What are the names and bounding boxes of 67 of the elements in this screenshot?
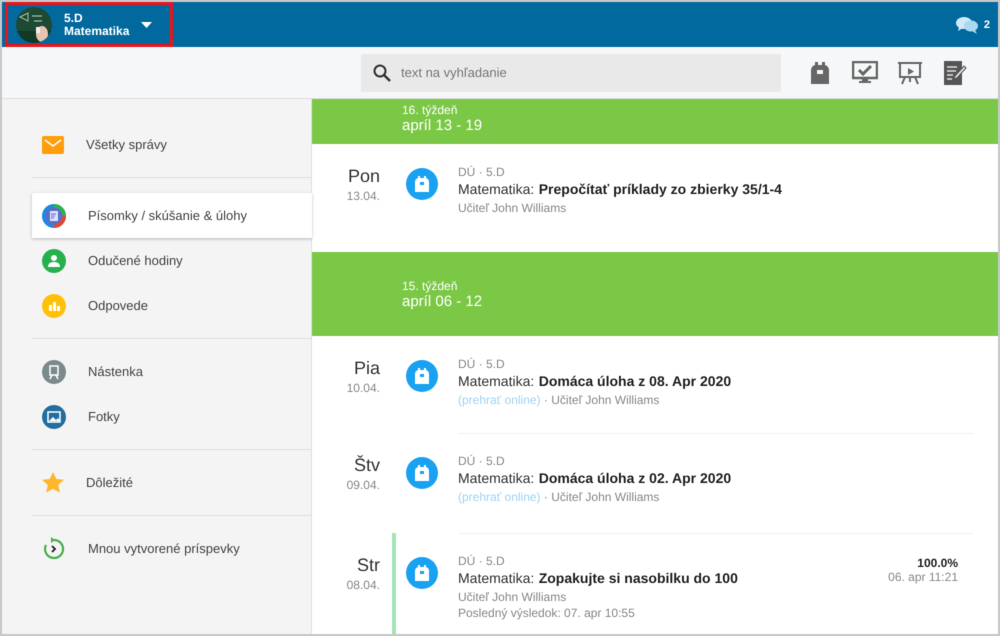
image-icon — [42, 404, 66, 428]
teacher-name: Učiteľ John Williams — [458, 590, 566, 604]
separator-dot: · — [544, 393, 548, 407]
assignment-meta: DÚ · 5.D — [458, 165, 506, 179]
easel-icon — [42, 360, 66, 384]
assignment-title[interactable]: Prepočítať príklady zo zbierky 35/1-4 — [538, 181, 782, 197]
toolbar-button[interactable] — [897, 60, 923, 86]
sidebar-item[interactable]: Fotky — [32, 394, 312, 439]
assignment-meta: DÚ · 5.D — [458, 357, 506, 371]
day-date: 13.04. — [346, 189, 380, 203]
backpack-icon — [810, 60, 830, 84]
sidebar-item[interactable]: Mnou vytvorené príspevky — [32, 526, 312, 571]
document-edit-icon — [42, 204, 66, 228]
day-date: 08.04. — [346, 578, 380, 592]
sidebar-item[interactable]: Odpovede — [32, 283, 312, 328]
backpack-icon — [406, 168, 438, 200]
toolbar-button[interactable] — [942, 60, 968, 86]
day-date: 10.04. — [346, 381, 380, 395]
date-range: apríl 06 - 12 — [402, 292, 484, 310]
week-number: 16. týždeň — [402, 103, 458, 117]
sidebar-item[interactable]: Písomky / skúšanie & úlohy — [32, 193, 312, 238]
score-time: 06. apr 11:21 — [888, 570, 958, 584]
backpack-icon — [406, 557, 438, 589]
toolbar-button[interactable] — [852, 60, 878, 86]
assignment-title[interactable]: Domáca úloha z 08. Apr 2020 — [538, 373, 732, 389]
sidebar-item[interactable]: Odučené hodiny — [32, 238, 312, 283]
chat-bubbles-icon[interactable] — [956, 16, 978, 34]
envelope-icon — [42, 136, 64, 154]
search-icon — [373, 64, 391, 82]
bar-chart-icon — [42, 294, 66, 318]
sidebar-item[interactable]: Všetky správy — [32, 122, 312, 167]
day-name: Str — [356, 555, 380, 576]
history-icon — [42, 536, 66, 560]
backpack-icon — [406, 360, 438, 392]
subject-label: Matematika: — [458, 570, 534, 586]
search-field[interactable]: text na vyhľadanie — [361, 54, 781, 92]
day-date: 09.04. — [346, 478, 380, 492]
sidebar-item[interactable]: Nástenka — [32, 349, 312, 394]
assignment-meta: DÚ · 5.D — [458, 454, 506, 468]
teacher-name: Učiteľ John Williams — [551, 490, 660, 504]
assignment-title[interactable]: Domáca úloha z 02. Apr 2020 — [538, 470, 732, 486]
last-result: Posledný výsledok: 07. apr 10:55 — [458, 606, 636, 620]
day-name: Pia — [354, 358, 380, 379]
date-range: apríl 13 - 19 — [402, 117, 484, 134]
teacher-name: Učiteľ John Williams — [458, 201, 566, 215]
week-number: 15. týždeň — [402, 278, 458, 292]
backpack-icon — [406, 457, 438, 489]
person-icon — [42, 248, 66, 272]
day-name: Štv — [354, 455, 380, 476]
star-icon — [42, 472, 64, 493]
assignment-meta: DÚ · 5.D — [458, 554, 506, 568]
score: 100.0% — [917, 556, 958, 570]
caret-icon — [141, 22, 152, 28]
sidebar-item[interactable]: Dôležité — [32, 460, 312, 505]
class-name: 5.D — [64, 12, 84, 24]
message-count: 2 — [984, 18, 990, 30]
presentation-icon — [897, 60, 923, 84]
assignment-title[interactable]: Zopakujte si nasobilku do 100 — [538, 570, 738, 586]
day-name: Pon — [348, 166, 380, 187]
subject-label: Matematika: — [458, 373, 534, 389]
subject-label: Matematika: — [458, 470, 534, 486]
subject-label: Matematika: — [458, 181, 534, 197]
separator-dot: · — [544, 490, 548, 504]
teacher-name: Učiteľ John Williams — [551, 393, 660, 407]
notepad-pen-icon — [943, 60, 967, 86]
subject-name: Matematika — [64, 24, 130, 38]
monitor-check-icon — [852, 60, 878, 84]
